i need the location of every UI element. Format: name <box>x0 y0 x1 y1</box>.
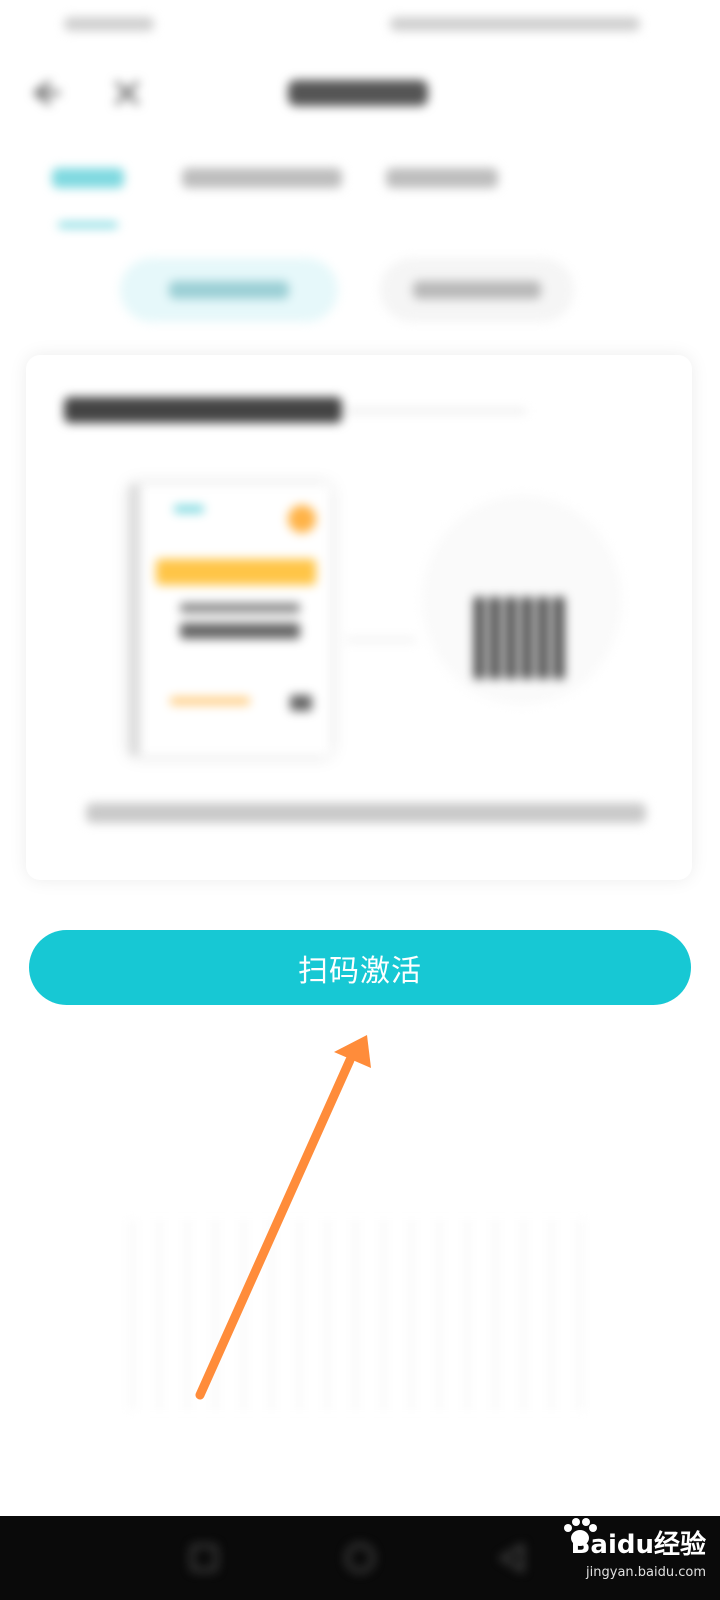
qr-code-illustration <box>422 495 622 705</box>
home-icon[interactable] <box>342 1540 378 1576</box>
book-cover-image <box>130 485 330 755</box>
card-title-divider <box>346 409 526 413</box>
card-title <box>64 397 342 423</box>
instruction-card <box>26 355 692 880</box>
status-time <box>64 17 154 31</box>
toggle-option-inactive[interactable] <box>380 258 574 322</box>
scan-activate-label: 扫码激活 <box>298 953 422 989</box>
page-title <box>288 80 428 106</box>
status-indicators <box>390 17 640 31</box>
baidu-watermark: Baidu经验 jingyan.baidu.com <box>546 1510 706 1580</box>
app-header <box>0 48 720 138</box>
tab-active[interactable] <box>52 168 124 188</box>
tab-indicator <box>58 222 118 228</box>
status-bar <box>0 0 720 48</box>
recent-apps-icon[interactable] <box>186 1540 222 1576</box>
tab-third[interactable] <box>386 168 498 188</box>
back-nav-icon[interactable] <box>494 1540 530 1576</box>
qr-code-icon <box>474 597 566 679</box>
tab-second[interactable] <box>182 168 342 188</box>
back-arrow-icon[interactable] <box>28 78 62 108</box>
background-pattern <box>130 1220 590 1410</box>
watermark-domain: jingyan.baidu.com <box>586 1565 706 1580</box>
card-description <box>86 803 646 823</box>
watermark-brand: Baidu经验 <box>570 1530 706 1560</box>
scan-activate-button[interactable]: 扫码激活 <box>29 930 691 1005</box>
close-icon[interactable] <box>110 78 144 108</box>
toggle-option-active[interactable] <box>120 258 338 322</box>
